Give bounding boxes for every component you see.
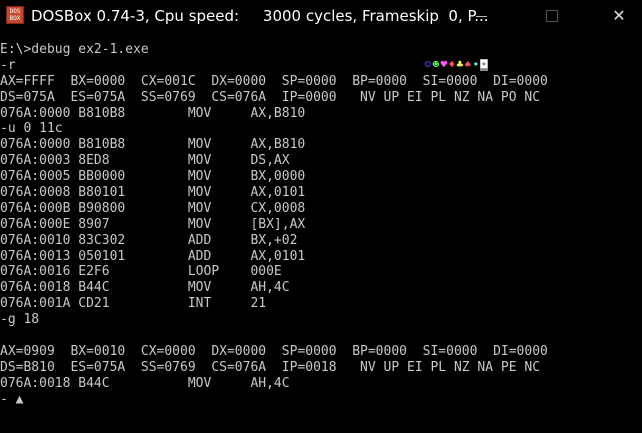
close-icon: ✕ (612, 6, 626, 25)
terminal-line: 076A:0013 050101 ADD AX,0101 (0, 248, 306, 264)
minimize-icon (476, 16, 487, 17)
window-title: DOSBox 0.74-3, Cpu speed: 3000 cycles, F… (31, 7, 489, 25)
terminal-prompt-line[interactable]: - ▲ (0, 392, 642, 408)
terminal-line: 076A:0005 BB0000 MOV BX,0000 (0, 169, 306, 185)
terminal-line: AX=FFFF BX=0000 CX=001C DX=0000 SP=0000 … (0, 73, 548, 89)
terminal-line: 076A:0018 B44C MOV AH,4C (0, 375, 290, 391)
terminal-line: DS=075A ES=075A SS=0769 CS=076A IP=0000 … (0, 89, 541, 105)
terminal-line: -u 0 11c (0, 121, 63, 137)
dosbox-window: DOS BOX DOSBox 0.74-3, Cpu speed: 3000 c… (0, 0, 642, 433)
terminal-line: 076A:0000 B810B8 MOV AX,B810 (0, 105, 306, 121)
terminal-line: 076A:000E 8907 MOV [BX],AX (0, 216, 306, 232)
terminal-line: -g 18 (0, 312, 40, 328)
dos-terminal[interactable]: ☺☻♥♦♣♠•◘ E:\>debug ex2-1.exe -r AX=FFFF … (0, 42, 642, 433)
terminal-line: E:\>debug ex2-1.exe (0, 42, 149, 57)
close-button[interactable]: ✕ (596, 0, 642, 32)
terminal-line: AX=0909 BX=0010 CX=0000 DX=0000 SP=0000 … (0, 343, 548, 359)
maximize-icon (546, 10, 558, 22)
terminal-line: 076A:0000 B810B8 MOV AX,B810 (0, 137, 306, 153)
terminal-line: 076A:0008 B80101 MOV AX,0101 (0, 185, 306, 201)
terminal-line: 076A:0018 B44C MOV AH,4C (0, 280, 290, 296)
maximize-button[interactable] (529, 0, 575, 32)
terminal-line: 076A:0010 83C302 ADD BX,+02 (0, 232, 298, 248)
title-bar[interactable]: DOS BOX DOSBox 0.74-3, Cpu speed: 3000 c… (0, 0, 642, 32)
terminal-line: DS=B810 ES=075A SS=0769 CS=076A IP=0018 … (0, 359, 541, 375)
terminal-line: 076A:000B B90800 MOV CX,0008 (0, 200, 306, 216)
terminal-line: 076A:001A CD21 INT 21 (0, 296, 267, 312)
minimize-button[interactable] (458, 0, 504, 32)
dosbox-app-icon[interactable]: DOS BOX (6, 6, 24, 24)
terminal-line: 076A:0003 8ED8 MOV DS,AX (0, 153, 290, 169)
terminal-line: -r (0, 57, 16, 73)
terminal-line: 076A:0016 E2F6 LOOP 000E (0, 264, 282, 280)
